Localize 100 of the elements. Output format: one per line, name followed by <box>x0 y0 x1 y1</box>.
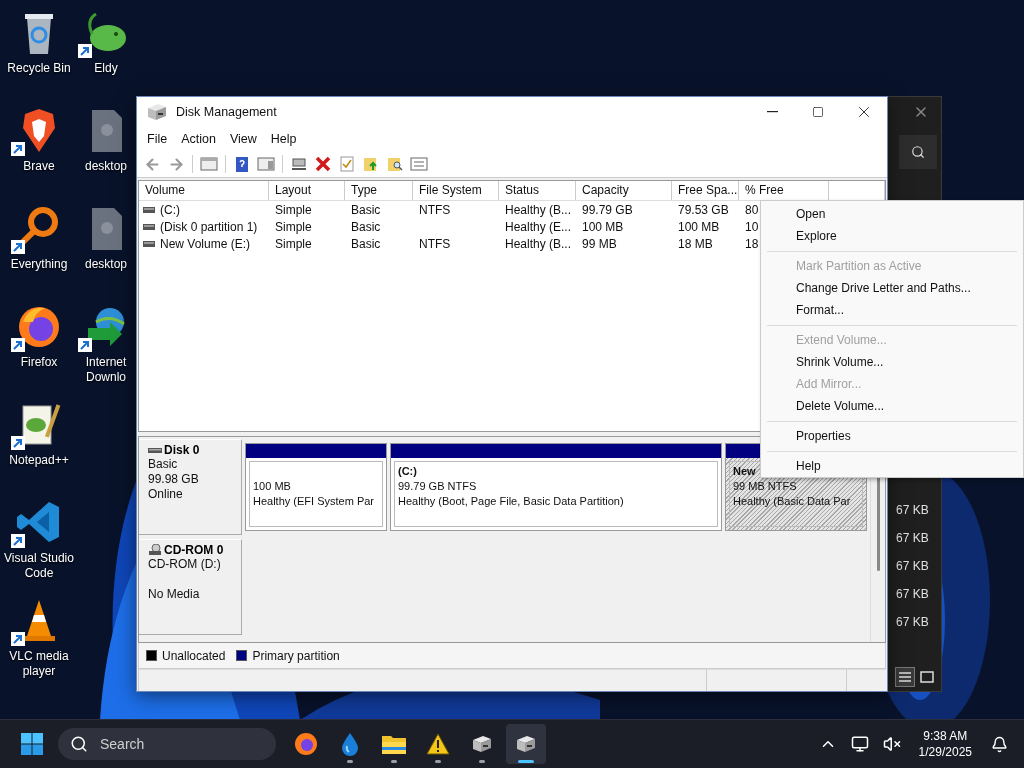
speaker-muted-icon <box>882 735 901 753</box>
table-cell: NTFS <box>419 236 451 251</box>
partition-size: 99.79 GB NTFS <box>398 479 477 494</box>
partition-status: Healthy (Basic Data Par <box>733 494 851 509</box>
monitor-icon <box>850 735 869 753</box>
search-button[interactable] <box>899 135 937 169</box>
icon-label[interactable]: desktop <box>85 159 127 174</box>
search-box[interactable]: Search <box>58 728 276 760</box>
column-header[interactable]: Capacity <box>576 181 672 200</box>
details-view-button[interactable] <box>895 667 915 687</box>
table-cell: Basic <box>351 219 381 234</box>
menu-item[interactable]: Action <box>174 132 223 146</box>
table-cell: (Disk 0 partition 1) <box>160 219 258 234</box>
bell-icon <box>990 735 1008 753</box>
menu-item[interactable]: Change Drive Letter and Paths... <box>761 277 1023 299</box>
table-cell: New Volume (E:) <box>160 236 251 251</box>
icon-label[interactable]: Notepad++ <box>9 453 69 468</box>
disk-icon <box>148 446 162 454</box>
partition-block[interactable]: 100 MB Healthy (EFI System Par <box>245 443 387 531</box>
menu-item[interactable]: Shrink Volume... <box>761 351 1023 373</box>
column-header[interactable]: File System <box>413 181 499 200</box>
icon-label[interactable]: Firefox <box>20 355 58 370</box>
icon-label[interactable]: desktop <box>85 257 127 272</box>
partition-size: 99 MB NTFS <box>733 479 797 494</box>
menu-item[interactable]: View <box>222 132 264 146</box>
file-size: 67 KB <box>895 614 930 631</box>
disk-size: 99.98 GB <box>148 472 200 487</box>
table-cell: 99.79 GB <box>582 202 633 217</box>
disk-status: No Media <box>148 587 201 602</box>
window-title: Disk Management <box>176 105 278 119</box>
partition-block[interactable]: (C:) 99.79 GB NTFS Healthy (Boot, Page File, Basic Data Partition) <box>390 443 722 531</box>
drive-icon <box>514 733 538 755</box>
partition-size: 100 MB <box>253 479 291 494</box>
panel-icon <box>257 157 275 171</box>
legend-label: Primary partition <box>252 648 340 663</box>
globe-icon <box>294 732 318 756</box>
table-cell: Basic <box>351 236 381 251</box>
icon-label[interactable]: Visual Studio Code <box>1 551 77 581</box>
menu-item[interactable]: Delete Volume... <box>761 395 1023 417</box>
column-header[interactable]: Type <box>345 181 413 200</box>
forward-arrow-icon <box>167 155 185 173</box>
search-icon <box>911 145 925 159</box>
computer-icon <box>290 156 308 172</box>
search-icon <box>70 735 88 753</box>
file-size: 67 KB <box>895 558 930 575</box>
icon-label[interactable]: Eldy <box>94 61 118 76</box>
clock-date: 1/29/2025 <box>918 744 972 760</box>
volume-icon <box>143 206 155 213</box>
table-cell: 18 <box>745 236 759 251</box>
folder-search-icon <box>387 156 403 172</box>
menu-item[interactable]: Open <box>761 203 1023 225</box>
search-field[interactable]: Search <box>98 735 252 753</box>
column-header[interactable]: Free Spa... <box>672 181 739 200</box>
partition-name: New <box>733 464 756 479</box>
partition-status: Healthy (EFI System Par <box>253 494 375 509</box>
drive-icon <box>470 733 494 755</box>
icon-label[interactable]: VLC media player <box>1 649 77 679</box>
folder-icon <box>381 733 407 755</box>
menu-item[interactable]: Explore <box>761 225 1023 247</box>
drive-icon <box>145 101 169 123</box>
icon-label[interactable]: Internet Downlo <box>78 355 134 385</box>
table-cell: Healthy (B... <box>505 202 572 217</box>
menu-item[interactable]: Format... <box>761 299 1023 321</box>
icon-label[interactable]: Brave <box>23 159 55 174</box>
volume-icon <box>143 223 155 230</box>
taskbar-button[interactable] <box>506 724 546 764</box>
table-cell: NTFS <box>419 202 451 217</box>
table-cell: 18 MB <box>678 236 713 251</box>
table-cell: 99 MB <box>582 236 617 251</box>
menu-item[interactable]: Help <box>263 132 304 146</box>
table-cell: (C:) <box>160 202 180 217</box>
file-size: 67 KB <box>895 502 930 519</box>
icon-label[interactable]: Recycle Bin <box>7 61 71 76</box>
volume-icon <box>143 240 155 247</box>
partition-name: (C:) <box>398 464 417 479</box>
window-icon <box>920 671 934 683</box>
disk-type: CD-ROM (D:) <box>148 557 222 572</box>
legend-label: Unallocated <box>162 648 226 663</box>
table-cell: 10 <box>745 219 759 234</box>
delete-icon <box>315 156 331 172</box>
table-cell: Healthy (E... <box>505 219 572 234</box>
disk-name: Disk 0 <box>164 443 200 457</box>
column-header[interactable]: Layout <box>269 181 345 200</box>
menu-item[interactable]: File <box>140 132 175 146</box>
disk-type: Basic <box>148 457 179 472</box>
icon-label[interactable]: Everything <box>10 257 68 272</box>
column-header[interactable]: Volume <box>139 181 269 200</box>
file-size: 67 KB <box>895 586 930 603</box>
disk-status: Online <box>148 487 184 502</box>
table-cell: Simple <box>275 202 312 217</box>
table-cell: 100 MB <box>678 219 720 234</box>
list-icon <box>898 671 912 683</box>
minimize-icon <box>766 111 778 113</box>
clock-time: 9:38 AM <box>923 728 968 744</box>
maximize-icon <box>812 106 824 118</box>
folder-up-icon <box>363 156 379 172</box>
table-cell: 100 MB <box>582 219 624 234</box>
table-cell: Basic <box>351 202 381 217</box>
table-cell: Simple <box>275 236 312 251</box>
column-header[interactable]: Status <box>499 181 576 200</box>
